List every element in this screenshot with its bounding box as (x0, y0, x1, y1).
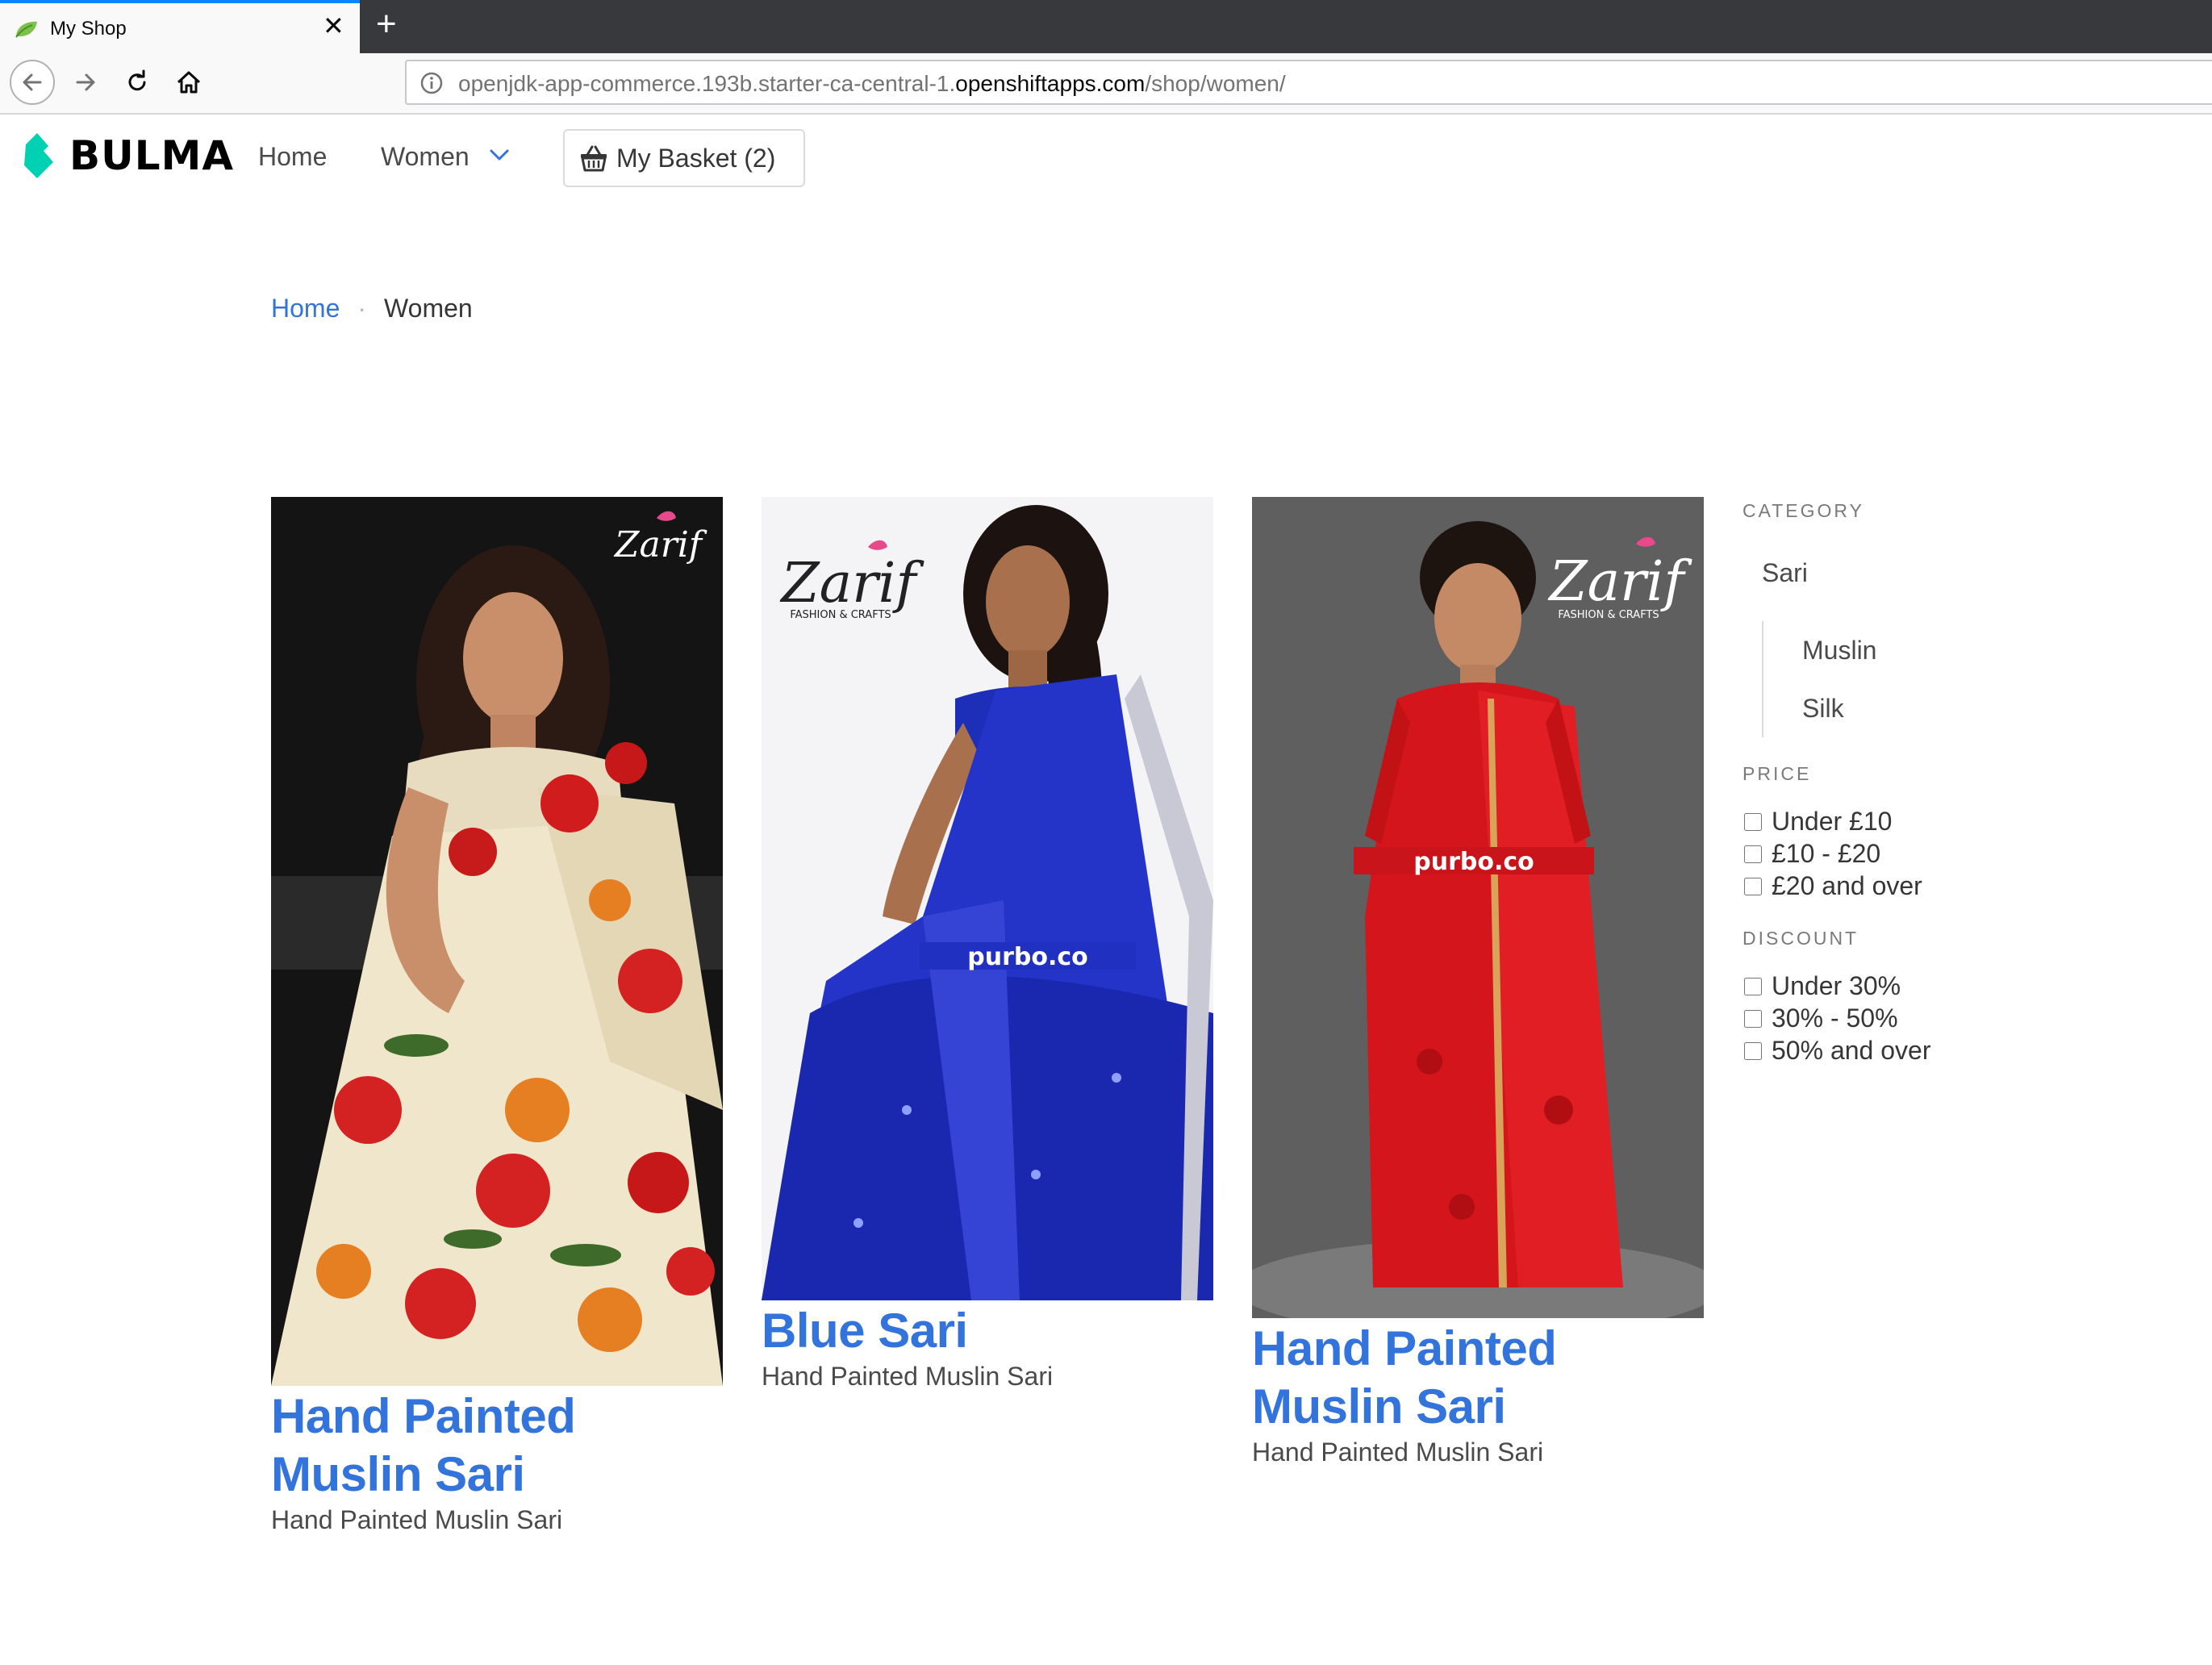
product-photo-blue-sari: purbo.co Zarif FASHION & CRAFTS (762, 497, 1213, 1300)
url-prefix: openjdk-app-commerce.193b.starter-ca-cen… (458, 71, 956, 96)
home-button[interactable] (166, 60, 211, 105)
back-arrow-icon (23, 73, 42, 91)
svg-text:purbo.co: purbo.co (1413, 848, 1534, 876)
browser-tab[interactable]: My Shop ✕ (0, 0, 360, 53)
home-icon (177, 71, 201, 94)
url-bar[interactable]: openjdk-app-commerce.193b.starter-ca-cen… (405, 60, 2212, 105)
svg-text:Zarif: Zarif (779, 552, 924, 616)
discount-checkbox[interactable] (1744, 1009, 1762, 1028)
price-option-label: Under £10 (1772, 807, 1893, 836)
close-tab-icon[interactable]: ✕ (323, 13, 344, 39)
product-subtitle: Hand Painted Muslin Sari (1252, 1438, 1544, 1467)
nav-women-dropdown[interactable]: Women (381, 142, 470, 172)
svg-text:Zarif: Zarif (1547, 550, 1692, 614)
product-photo-red-sari: purbo.co Zarif FASHION & CRAFTS (1252, 497, 1704, 1318)
svg-text:FASHION & CRAFTS: FASHION & CRAFTS (1558, 609, 1659, 621)
nav-home-link[interactable]: Home (258, 142, 327, 172)
product-image[interactable]: Zarif (271, 497, 723, 1386)
my-basket-button[interactable]: My Basket (2) (563, 129, 805, 187)
svg-text:FASHION & CRAFTS: FASHION & CRAFTS (790, 609, 891, 621)
svg-text:Zarif: Zarif (613, 524, 707, 565)
product-title[interactable]: Blue Sari (762, 1302, 1213, 1360)
category-sari-link[interactable]: Sari (1762, 558, 1808, 588)
reload-icon (128, 69, 146, 91)
svg-text:purbo.co: purbo.co (967, 943, 1088, 971)
chevron-down-icon[interactable] (489, 148, 510, 161)
discount-checkbox[interactable] (1744, 977, 1762, 995)
discount-heading: DISCOUNT (1742, 928, 1859, 949)
tab-title: My Shop (50, 18, 127, 40)
category-heading: CATEGORY (1742, 500, 1864, 521)
price-filter-option[interactable]: £10 - £20 (1742, 839, 1880, 869)
basket-icon (581, 145, 607, 172)
info-icon[interactable] (419, 71, 444, 95)
breadcrumb-current: Women (384, 294, 473, 323)
price-checkbox[interactable] (1744, 812, 1762, 831)
discount-option-label: Under 30% (1772, 971, 1901, 1000)
basket-label: My Basket (2) (616, 144, 776, 173)
subcategory-divider (1762, 621, 1763, 737)
browser-tab-bar: My Shop ✕ + (0, 0, 2212, 53)
breadcrumb-home-link[interactable]: Home (271, 294, 340, 323)
bulma-logo-icon (24, 133, 53, 178)
discount-filter-option[interactable]: 50% and over (1742, 1036, 1930, 1066)
price-option-label: £20 and over (1772, 871, 1922, 900)
subcategory-silk-link[interactable]: Silk (1802, 694, 1844, 724)
url-host: openshiftapps.com (955, 71, 1146, 96)
discount-filter-option[interactable]: 30% - 50% (1742, 1004, 1898, 1033)
discount-option-label: 50% and over (1772, 1036, 1931, 1065)
discount-option-label: 30% - 50% (1772, 1004, 1898, 1033)
breadcrumb-separator: · (357, 294, 367, 323)
price-filter-option[interactable]: £20 and over (1742, 871, 1922, 901)
breadcrumb: Home · Women (271, 294, 473, 323)
product-image[interactable]: purbo.co Zarif FASHION & CRAFTS (762, 497, 1213, 1300)
discount-filter-option[interactable]: Under 30% (1742, 971, 1901, 1001)
forward-button[interactable] (63, 60, 108, 105)
price-option-label: £10 - £20 (1772, 839, 1881, 868)
url-path: /shop/women/ (1145, 71, 1286, 96)
product-subtitle: Hand Painted Muslin Sari (271, 1505, 563, 1534)
brand-name: BULMA (69, 132, 235, 179)
discount-checkbox[interactable] (1744, 1041, 1762, 1060)
forward-arrow-icon (76, 73, 95, 91)
price-filter-option[interactable]: Under £10 (1742, 807, 1892, 837)
site-navbar: BULMA Home Women My Basket (2) (0, 115, 2212, 203)
back-button[interactable] (10, 60, 55, 105)
product-title[interactable]: Hand Painted Muslin Sari (1252, 1320, 1704, 1436)
brand-logo[interactable]: BULMA (23, 132, 234, 179)
product-title[interactable]: Hand Painted Muslin Sari (271, 1388, 723, 1504)
price-heading: PRICE (1742, 763, 1812, 784)
url-text[interactable]: openjdk-app-commerce.193b.starter-ca-cen… (458, 71, 1286, 97)
product-photo-cream-sari: Zarif (271, 497, 723, 1386)
subcategory-muslin-link[interactable]: Muslin (1802, 636, 1876, 666)
browser-toolbar: openjdk-app-commerce.193b.starter-ca-cen… (0, 53, 2212, 115)
price-checkbox[interactable] (1744, 845, 1762, 863)
new-tab-icon[interactable]: + (376, 6, 397, 42)
product-image[interactable]: purbo.co Zarif FASHION & CRAFTS (1252, 497, 1704, 1318)
price-checkbox[interactable] (1744, 877, 1762, 895)
reload-button[interactable] (115, 60, 160, 105)
product-subtitle: Hand Painted Muslin Sari (762, 1362, 1054, 1391)
leaf-favicon-icon (15, 21, 37, 38)
